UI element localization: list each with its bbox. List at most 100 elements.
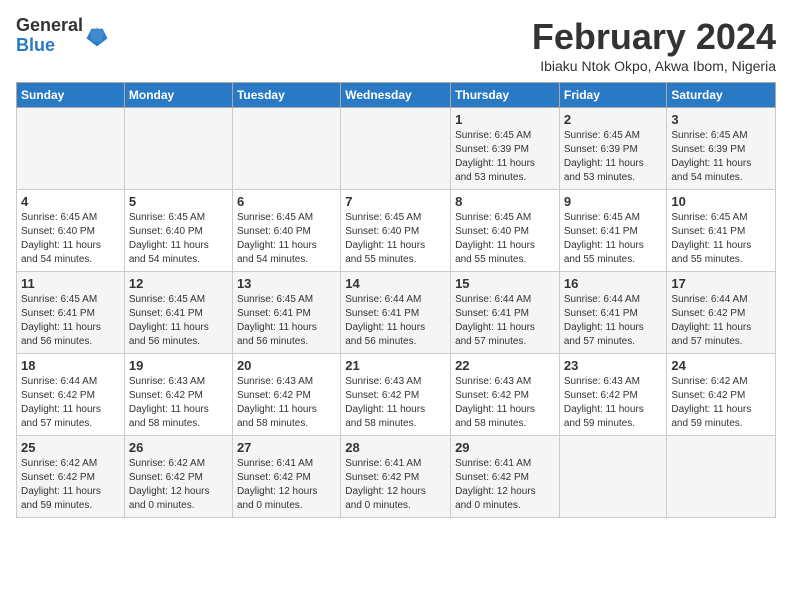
day-number: 1 (455, 112, 555, 127)
weekday-header-sunday: Sunday (17, 83, 125, 108)
calendar-cell: 29 Sunrise: 6:41 AMSunset: 6:42 PMDayligh… (451, 436, 560, 518)
calendar-cell: 21 Sunrise: 6:43 AMSunset: 6:42 PMDayligh… (341, 354, 451, 436)
calendar-cell: 4Sunrise: 6:45 AMSunset: 6:40 PMDaylight… (17, 190, 125, 272)
day-detail: Sunrise: 6:45 AMSunset: 6:40 PMDaylight:… (455, 211, 555, 267)
day-detail: Sunrise: 6:45 AMSunset: 6:41 PMDaylight:… (237, 293, 336, 349)
day-detail: Sunrise: 6:44 AMSunset: 6:42 PMDaylight:… (21, 375, 120, 431)
calendar-cell: 8 Sunrise: 6:45 AMSunset: 6:40 PMDaylight… (451, 190, 560, 272)
calendar-cell: 13 Sunrise: 6:45 AMSunset: 6:41 PMDayligh… (232, 272, 340, 354)
calendar-cell: 18 Sunrise: 6:44 AMSunset: 6:42 PMDayligh… (17, 354, 125, 436)
calendar-cell (559, 436, 667, 518)
day-number: 5 (129, 194, 228, 209)
calendar-cell: 2Sunrise: 6:45 AMSunset: 6:39 PMDaylight… (559, 108, 667, 190)
day-number: 8 (455, 194, 555, 209)
day-detail: Sunrise: 6:43 AMSunset: 6:42 PMDaylight:… (129, 375, 228, 431)
calendar-cell: 15Sunrise: 6:44 AMSunset: 6:41 PMDayligh… (451, 272, 560, 354)
calendar-week-row: 25 Sunrise: 6:42 AMSunset: 6:42 PMDayligh… (17, 436, 776, 518)
weekday-header-wednesday: Wednesday (341, 83, 451, 108)
day-number: 29 (455, 440, 555, 455)
month-title: February 2024 (532, 16, 776, 58)
calendar-cell: 24 Sunrise: 6:42 AMSunset: 6:42 PMDayligh… (667, 354, 776, 436)
calendar-cell: 6 Sunrise: 6:45 AMSunset: 6:40 PMDaylight… (232, 190, 340, 272)
day-number: 7 (345, 194, 446, 209)
day-detail: Sunrise: 6:41 AMSunset: 6:42 PMDaylight:… (455, 457, 555, 513)
calendar-cell (232, 108, 340, 190)
calendar-cell: 7Sunrise: 6:45 AMSunset: 6:40 PMDaylight… (341, 190, 451, 272)
day-detail: Sunrise: 6:43 AMSunset: 6:42 PMDaylight:… (237, 375, 336, 431)
day-number: 13 (237, 276, 336, 291)
logo-blue: Blue (16, 36, 83, 56)
day-detail: Sunrise: 6:43 AMSunset: 6:42 PMDaylight:… (455, 375, 555, 431)
day-detail: Sunrise: 6:45 AMSunset: 6:40 PMDaylight:… (237, 211, 336, 267)
calendar-header: SundayMondayTuesdayWednesdayThursdayFrid… (17, 83, 776, 108)
day-number: 26 (129, 440, 228, 455)
day-number: 4 (21, 194, 120, 209)
day-detail: Sunrise: 6:44 AMSunset: 6:41 PMDaylight:… (345, 293, 446, 349)
weekday-header-tuesday: Tuesday (232, 83, 340, 108)
calendar-cell (341, 108, 451, 190)
day-number: 25 (21, 440, 120, 455)
day-detail: Sunrise: 6:44 AMSunset: 6:42 PMDaylight:… (671, 293, 771, 349)
logo-general: General (16, 16, 83, 36)
calendar-cell (667, 436, 776, 518)
day-detail: Sunrise: 6:42 AMSunset: 6:42 PMDaylight:… (129, 457, 228, 513)
calendar-cell (124, 108, 232, 190)
day-detail: Sunrise: 6:42 AMSunset: 6:42 PMDaylight:… (21, 457, 120, 513)
day-number: 23 (564, 358, 663, 373)
day-detail: Sunrise: 6:42 AMSunset: 6:42 PMDaylight:… (671, 375, 771, 431)
calendar-cell: 11 Sunrise: 6:45 AMSunset: 6:41 PMDayligh… (17, 272, 125, 354)
day-number: 18 (21, 358, 120, 373)
day-number: 3 (671, 112, 771, 127)
day-detail: Sunrise: 6:45 AMSunset: 6:41 PMDaylight:… (21, 293, 120, 349)
day-number: 11 (21, 276, 120, 291)
day-detail: Sunrise: 6:45 AMSunset: 6:39 PMDaylight:… (455, 129, 555, 185)
day-detail: Sunrise: 6:43 AMSunset: 6:42 PMDaylight:… (345, 375, 446, 431)
calendar-table: SundayMondayTuesdayWednesdayThursdayFrid… (16, 82, 776, 518)
calendar-cell: 17 Sunrise: 6:44 AMSunset: 6:42 PMDayligh… (667, 272, 776, 354)
weekday-header-row: SundayMondayTuesdayWednesdayThursdayFrid… (17, 83, 776, 108)
calendar-cell: 12 Sunrise: 6:45 AMSunset: 6:41 PMDayligh… (124, 272, 232, 354)
calendar-week-row: 4 Sunrise: 6:45 AMSunset: 6:40 PMDaylight… (17, 190, 776, 272)
day-number: 12 (129, 276, 228, 291)
calendar-cell: 1 Sunrise: 6:45 AMSunset: 6:39 PMDaylight… (451, 108, 560, 190)
weekday-header-thursday: Thursday (451, 83, 560, 108)
day-detail: Sunrise: 6:45 AMSunset: 6:39 PMDaylight:… (564, 129, 663, 185)
calendar-cell: 26 Sunrise: 6:42 AMSunset: 6:42 PMDayligh… (124, 436, 232, 518)
day-number: 15 (455, 276, 555, 291)
weekday-header-monday: Monday (124, 83, 232, 108)
day-number: 24 (671, 358, 771, 373)
day-detail: Sunrise: 6:41 AMSunset: 6:42 PMDaylight:… (237, 457, 336, 513)
title-block: February 2024 Ibiaku Ntok Okpo, Akwa Ibo… (532, 16, 776, 74)
day-detail: Sunrise: 6:45 AMSunset: 6:41 PMDaylight:… (671, 211, 771, 267)
day-number: 27 (237, 440, 336, 455)
logo-text: General Blue (16, 16, 83, 56)
day-detail: Sunrise: 6:45 AMSunset: 6:41 PMDaylight:… (129, 293, 228, 349)
day-number: 16 (564, 276, 663, 291)
calendar-cell: 9Sunrise: 6:45 AMSunset: 6:41 PMDaylight… (559, 190, 667, 272)
calendar-cell: 20Sunrise: 6:43 AMSunset: 6:42 PMDayligh… (232, 354, 340, 436)
day-number: 21 (345, 358, 446, 373)
day-number: 28 (345, 440, 446, 455)
day-number: 6 (237, 194, 336, 209)
calendar-cell (17, 108, 125, 190)
day-number: 22 (455, 358, 555, 373)
day-number: 14 (345, 276, 446, 291)
calendar-week-row: 11 Sunrise: 6:45 AMSunset: 6:41 PMDayligh… (17, 272, 776, 354)
day-number: 10 (671, 194, 771, 209)
calendar-cell: 28 Sunrise: 6:41 AMSunset: 6:42 PMDayligh… (341, 436, 451, 518)
day-detail: Sunrise: 6:45 AMSunset: 6:41 PMDaylight:… (564, 211, 663, 267)
location-title: Ibiaku Ntok Okpo, Akwa Ibom, Nigeria (532, 58, 776, 74)
logo: General Blue (16, 16, 109, 56)
day-detail: Sunrise: 6:41 AMSunset: 6:42 PMDaylight:… (345, 457, 446, 513)
logo-icon (85, 24, 109, 48)
day-detail: Sunrise: 6:45 AMSunset: 6:40 PMDaylight:… (129, 211, 228, 267)
calendar-cell: 22 Sunrise: 6:43 AMSunset: 6:42 PMDayligh… (451, 354, 560, 436)
weekday-header-friday: Friday (559, 83, 667, 108)
weekday-header-saturday: Saturday (667, 83, 776, 108)
calendar-cell: 16Sunrise: 6:44 AMSunset: 6:41 PMDayligh… (559, 272, 667, 354)
calendar-week-row: 18 Sunrise: 6:44 AMSunset: 6:42 PMDayligh… (17, 354, 776, 436)
calendar-cell: 14 Sunrise: 6:44 AMSunset: 6:41 PMDayligh… (341, 272, 451, 354)
day-number: 17 (671, 276, 771, 291)
calendar-cell: 3Sunrise: 6:45 AMSunset: 6:39 PMDaylight… (667, 108, 776, 190)
calendar-cell: 25 Sunrise: 6:42 AMSunset: 6:42 PMDayligh… (17, 436, 125, 518)
